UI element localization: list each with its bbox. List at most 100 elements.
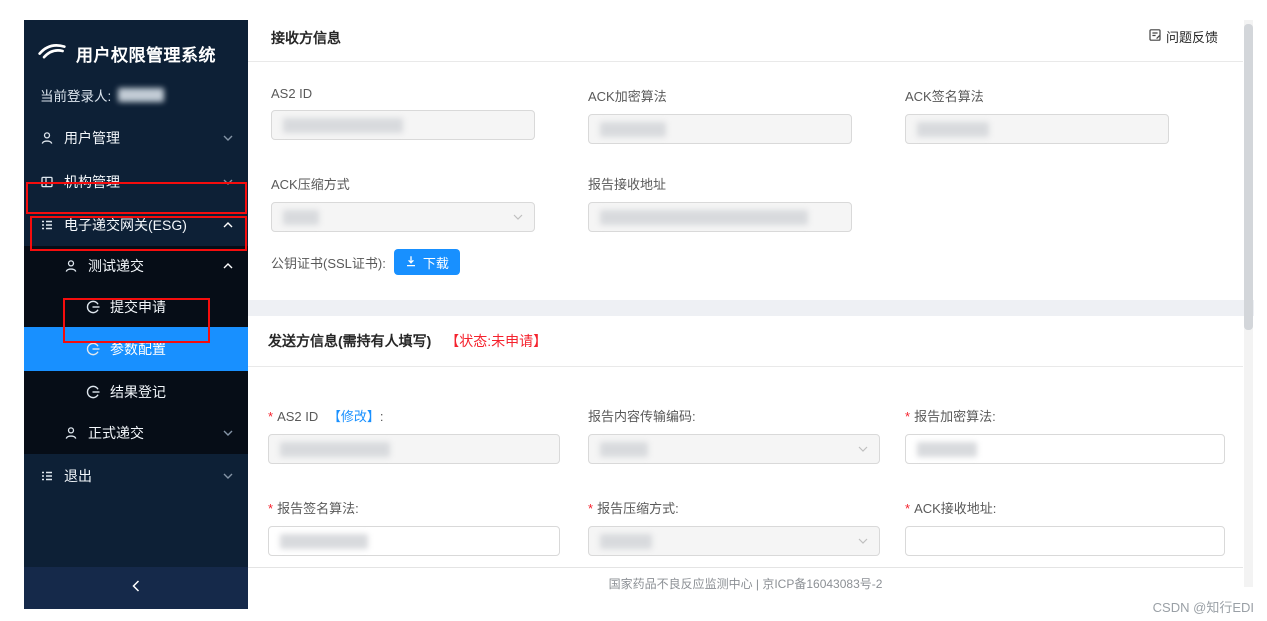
redacted-value: [600, 210, 808, 225]
sidebar-item-label: 结果登记: [110, 383, 166, 400]
app-logo: 用户权限管理系统: [24, 20, 248, 72]
report-encrypt-input[interactable]: [905, 434, 1225, 464]
sidebar-item-test-submission[interactable]: 测试递交: [24, 246, 248, 286]
field-encoding: 报告内容传输编码:: [588, 406, 880, 464]
redacted-value: [917, 442, 977, 457]
ack-encrypt-input: [588, 114, 852, 144]
ack-addr-input[interactable]: [905, 526, 1225, 556]
field-label: * 报告加密算法:: [905, 406, 1225, 425]
field-ack-compress: ACK压缩方式: [271, 174, 535, 232]
list-icon: [40, 218, 54, 232]
download-label: 下载: [422, 255, 449, 271]
sender-title-text: 发送方信息(需持有人填写): [268, 333, 432, 349]
sidebar-item-label: 提交申请: [110, 298, 166, 315]
field-label: 报告内容传输编码:: [588, 409, 696, 424]
download-button[interactable]: 下载: [393, 249, 460, 275]
redacted-value: [283, 210, 319, 225]
field-label: * 报告压缩方式:: [588, 498, 880, 517]
field-label-text: AS2 ID: [277, 409, 319, 424]
select-caret-icon: [858, 538, 868, 544]
field-report-addr: 报告接收地址: [588, 174, 852, 232]
sidebar-item-label: 电子递交网关(ESG): [64, 217, 187, 233]
sidebar: 用户权限管理系统 当前登录人: 用户管理 机构管理 电子递交网关(ESG) 测试…: [24, 20, 248, 609]
modify-link[interactable]: 【修改】: [328, 409, 380, 424]
field-recv-as2-id: AS2 ID: [271, 86, 535, 140]
scrollbar-thumb[interactable]: [1244, 24, 1253, 330]
org-icon: [40, 175, 54, 189]
report-compress-select: [588, 526, 880, 556]
select-caret-icon: [858, 446, 868, 452]
field-label: * AS2 ID 【修改】:: [268, 406, 560, 425]
required-star: *: [268, 409, 274, 424]
send-as2-id-input: [268, 434, 560, 464]
chevron-down-icon: [223, 473, 233, 479]
redacted-value: [600, 442, 648, 457]
swoosh-logo-icon: [37, 40, 67, 67]
report-sign-input[interactable]: [268, 526, 560, 556]
app-title: 用户权限管理系统: [76, 46, 216, 65]
redacted-value: [600, 122, 666, 137]
sidebar-item-result-registration[interactable]: 结果登记: [24, 371, 248, 412]
field-report-sign: * 报告签名算法:: [268, 498, 560, 556]
sidebar-item-submit-application[interactable]: 提交申请: [24, 286, 248, 327]
section-separator: [248, 300, 1254, 316]
field-label: ACK加密算法: [588, 89, 667, 104]
ack-sign-input: [905, 114, 1169, 144]
encoding-select: [588, 434, 880, 464]
sidebar-item-label: 退出: [64, 468, 92, 484]
recv-as2-id-input: [271, 110, 535, 140]
sidebar-item-label: 机构管理: [64, 174, 120, 190]
chevron-down-icon: [223, 179, 233, 185]
circle-arrow-icon: [86, 342, 100, 356]
download-icon: [405, 255, 417, 270]
sidebar-item-parameter-config[interactable]: 参数配置: [24, 327, 248, 371]
cert-label: 公钥证书(SSL证书):: [271, 255, 386, 271]
sidebar-item-org-management[interactable]: 机构管理: [24, 160, 248, 204]
chevron-down-icon: [223, 135, 233, 141]
sidebar-item-formal-submission[interactable]: 正式递交: [24, 412, 248, 454]
field-label: * ACK接收地址:: [905, 498, 1225, 517]
current-user-name-redacted: [118, 88, 165, 102]
person-icon: [40, 131, 54, 145]
feedback-label: 问题反馈: [1166, 30, 1219, 45]
feedback-icon: [1148, 28, 1162, 45]
sidebar-item-esg-gateway[interactable]: 电子递交网关(ESG): [24, 204, 248, 246]
watermark: CSDN @知行EDI: [1152, 600, 1254, 615]
redacted-value: [280, 534, 368, 549]
person-icon: [64, 426, 78, 440]
divider: [248, 366, 1243, 367]
field-label: * 报告签名算法:: [268, 498, 560, 517]
required-star: *: [268, 501, 274, 516]
field-label-text: ACK接收地址:: [914, 501, 997, 516]
field-label-text: 报告签名算法:: [277, 501, 359, 516]
field-label: ACK签名算法: [905, 89, 984, 104]
field-report-encrypt: * 报告加密算法:: [905, 406, 1225, 464]
field-label: 报告接收地址: [588, 177, 667, 192]
redacted-value: [917, 122, 989, 137]
list-icon: [40, 469, 54, 483]
field-label-text: 报告加密算法:: [914, 409, 996, 424]
feedback-button[interactable]: 问题反馈: [1148, 27, 1218, 46]
collapse-left-icon: [132, 579, 140, 597]
current-user: 当前登录人:: [24, 82, 248, 108]
field-ack-sign: ACK签名算法: [905, 86, 1169, 144]
field-label-text: 报告压缩方式:: [597, 501, 679, 516]
field-label: ACK压缩方式: [271, 177, 350, 192]
current-user-label: 当前登录人:: [40, 89, 112, 104]
field-ack-addr: * ACK接收地址:: [905, 498, 1225, 556]
required-star: *: [905, 409, 911, 424]
sidebar-item-label: 参数配置: [110, 341, 166, 357]
person-icon: [64, 259, 78, 273]
label-colon: :: [379, 409, 384, 424]
footer-divider: [248, 567, 1243, 568]
sidebar-item-label: 用户管理: [64, 130, 120, 146]
sidebar-collapse-trigger[interactable]: [24, 567, 248, 609]
redacted-value: [600, 534, 652, 549]
cert-row: 公钥证书(SSL证书): 下载: [271, 249, 460, 275]
field-send-as2-id: * AS2 ID 【修改】:: [268, 406, 560, 464]
chevron-down-icon: [223, 430, 233, 436]
required-star: *: [905, 501, 911, 516]
sidebar-item-user-management[interactable]: 用户管理: [24, 116, 248, 160]
sidebar-item-logout[interactable]: 退出: [24, 454, 248, 498]
circle-arrow-icon: [86, 300, 100, 314]
